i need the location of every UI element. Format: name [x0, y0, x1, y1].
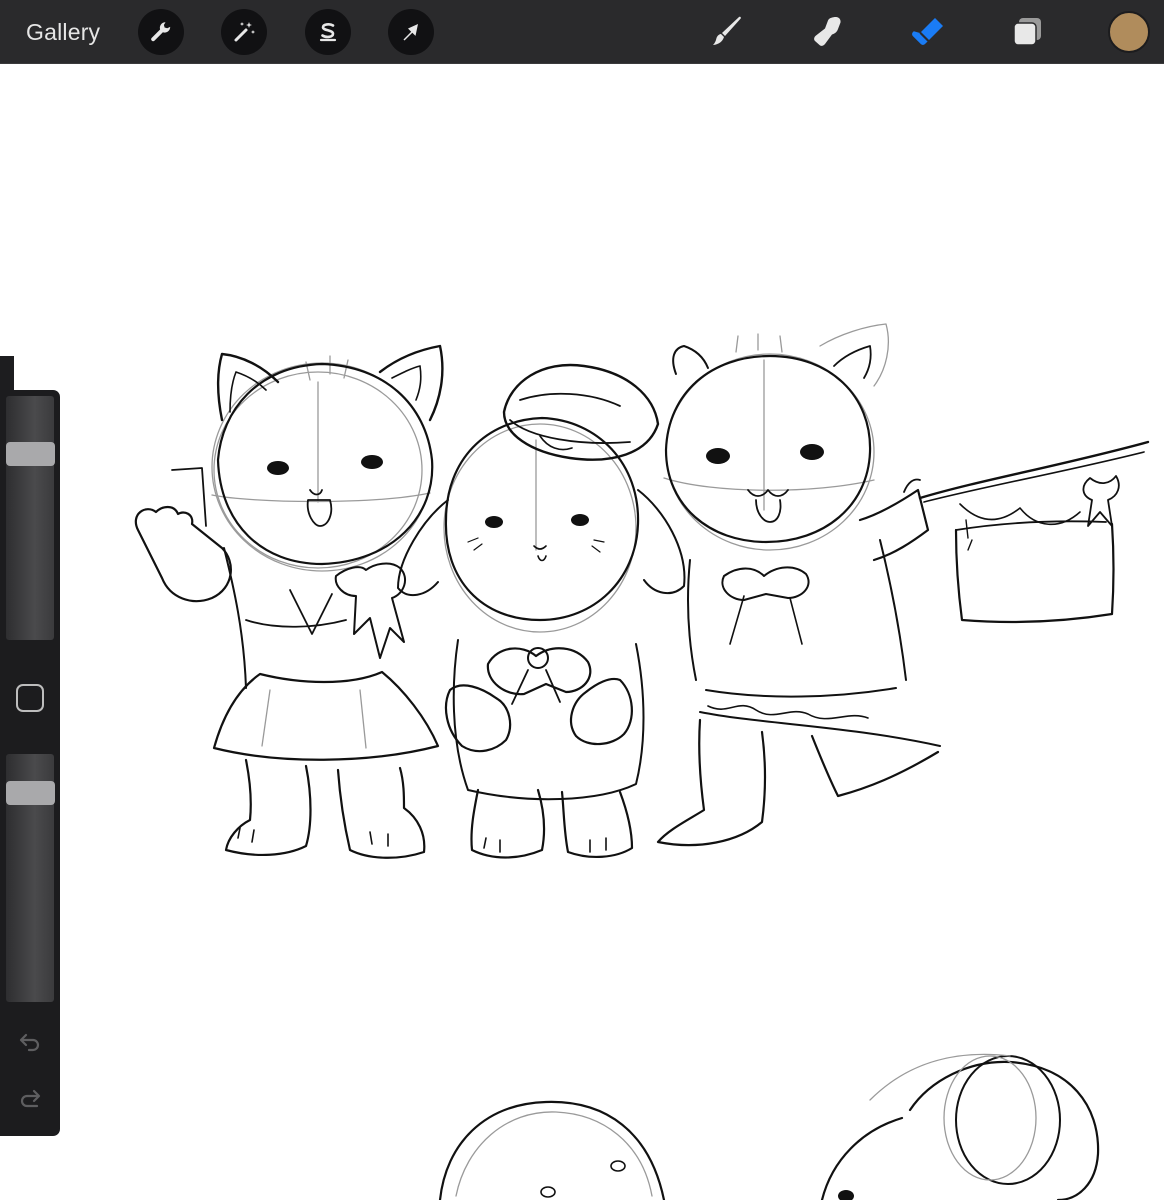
actions-button[interactable]: [138, 9, 184, 55]
opacity-slider-thumb[interactable]: [6, 780, 55, 805]
left-sidebar: [0, 390, 60, 1136]
top-toolbar: Gallery: [0, 0, 1164, 64]
brush-tool-button[interactable]: [704, 10, 748, 54]
bottom-sketches: [438, 1053, 1100, 1200]
middle-bunny-sketch: [397, 363, 686, 859]
brush-size-slider-thumb[interactable]: [6, 442, 55, 467]
smudge-finger-icon: [814, 17, 841, 46]
adjustments-button[interactable]: [221, 9, 267, 55]
modify-button[interactable]: [16, 684, 44, 712]
drawing-canvas[interactable]: [0, 64, 1164, 1200]
eraser-icon: [912, 18, 943, 45]
gallery-button[interactable]: Gallery: [26, 16, 100, 48]
left-cat-sketch: [134, 344, 444, 859]
color-picker-button[interactable]: [1108, 11, 1150, 53]
sketch-drawing: [134, 323, 1150, 1200]
wrench-icon: [151, 22, 171, 42]
selection-button[interactable]: [305, 9, 351, 55]
layers-button[interactable]: [1006, 10, 1050, 54]
magic-wand-icon: [234, 22, 255, 42]
brush-icon: [713, 16, 741, 45]
undo-arrow-icon: [19, 1033, 40, 1052]
layers-icon: [1013, 18, 1041, 46]
sidebar-edge: [0, 356, 14, 392]
right-dog-sketch: [656, 323, 1150, 847]
arrow-cursor-icon: [403, 24, 418, 41]
undo-button[interactable]: [16, 1026, 44, 1054]
brush-size-slider[interactable]: [6, 396, 54, 640]
selection-s-icon: [319, 23, 337, 42]
redo-button[interactable]: [16, 1086, 44, 1114]
transform-button[interactable]: [388, 9, 434, 55]
redo-arrow-icon: [20, 1089, 41, 1108]
eraser-tool-button[interactable]: [906, 10, 950, 54]
smudge-tool-button[interactable]: [805, 10, 849, 54]
